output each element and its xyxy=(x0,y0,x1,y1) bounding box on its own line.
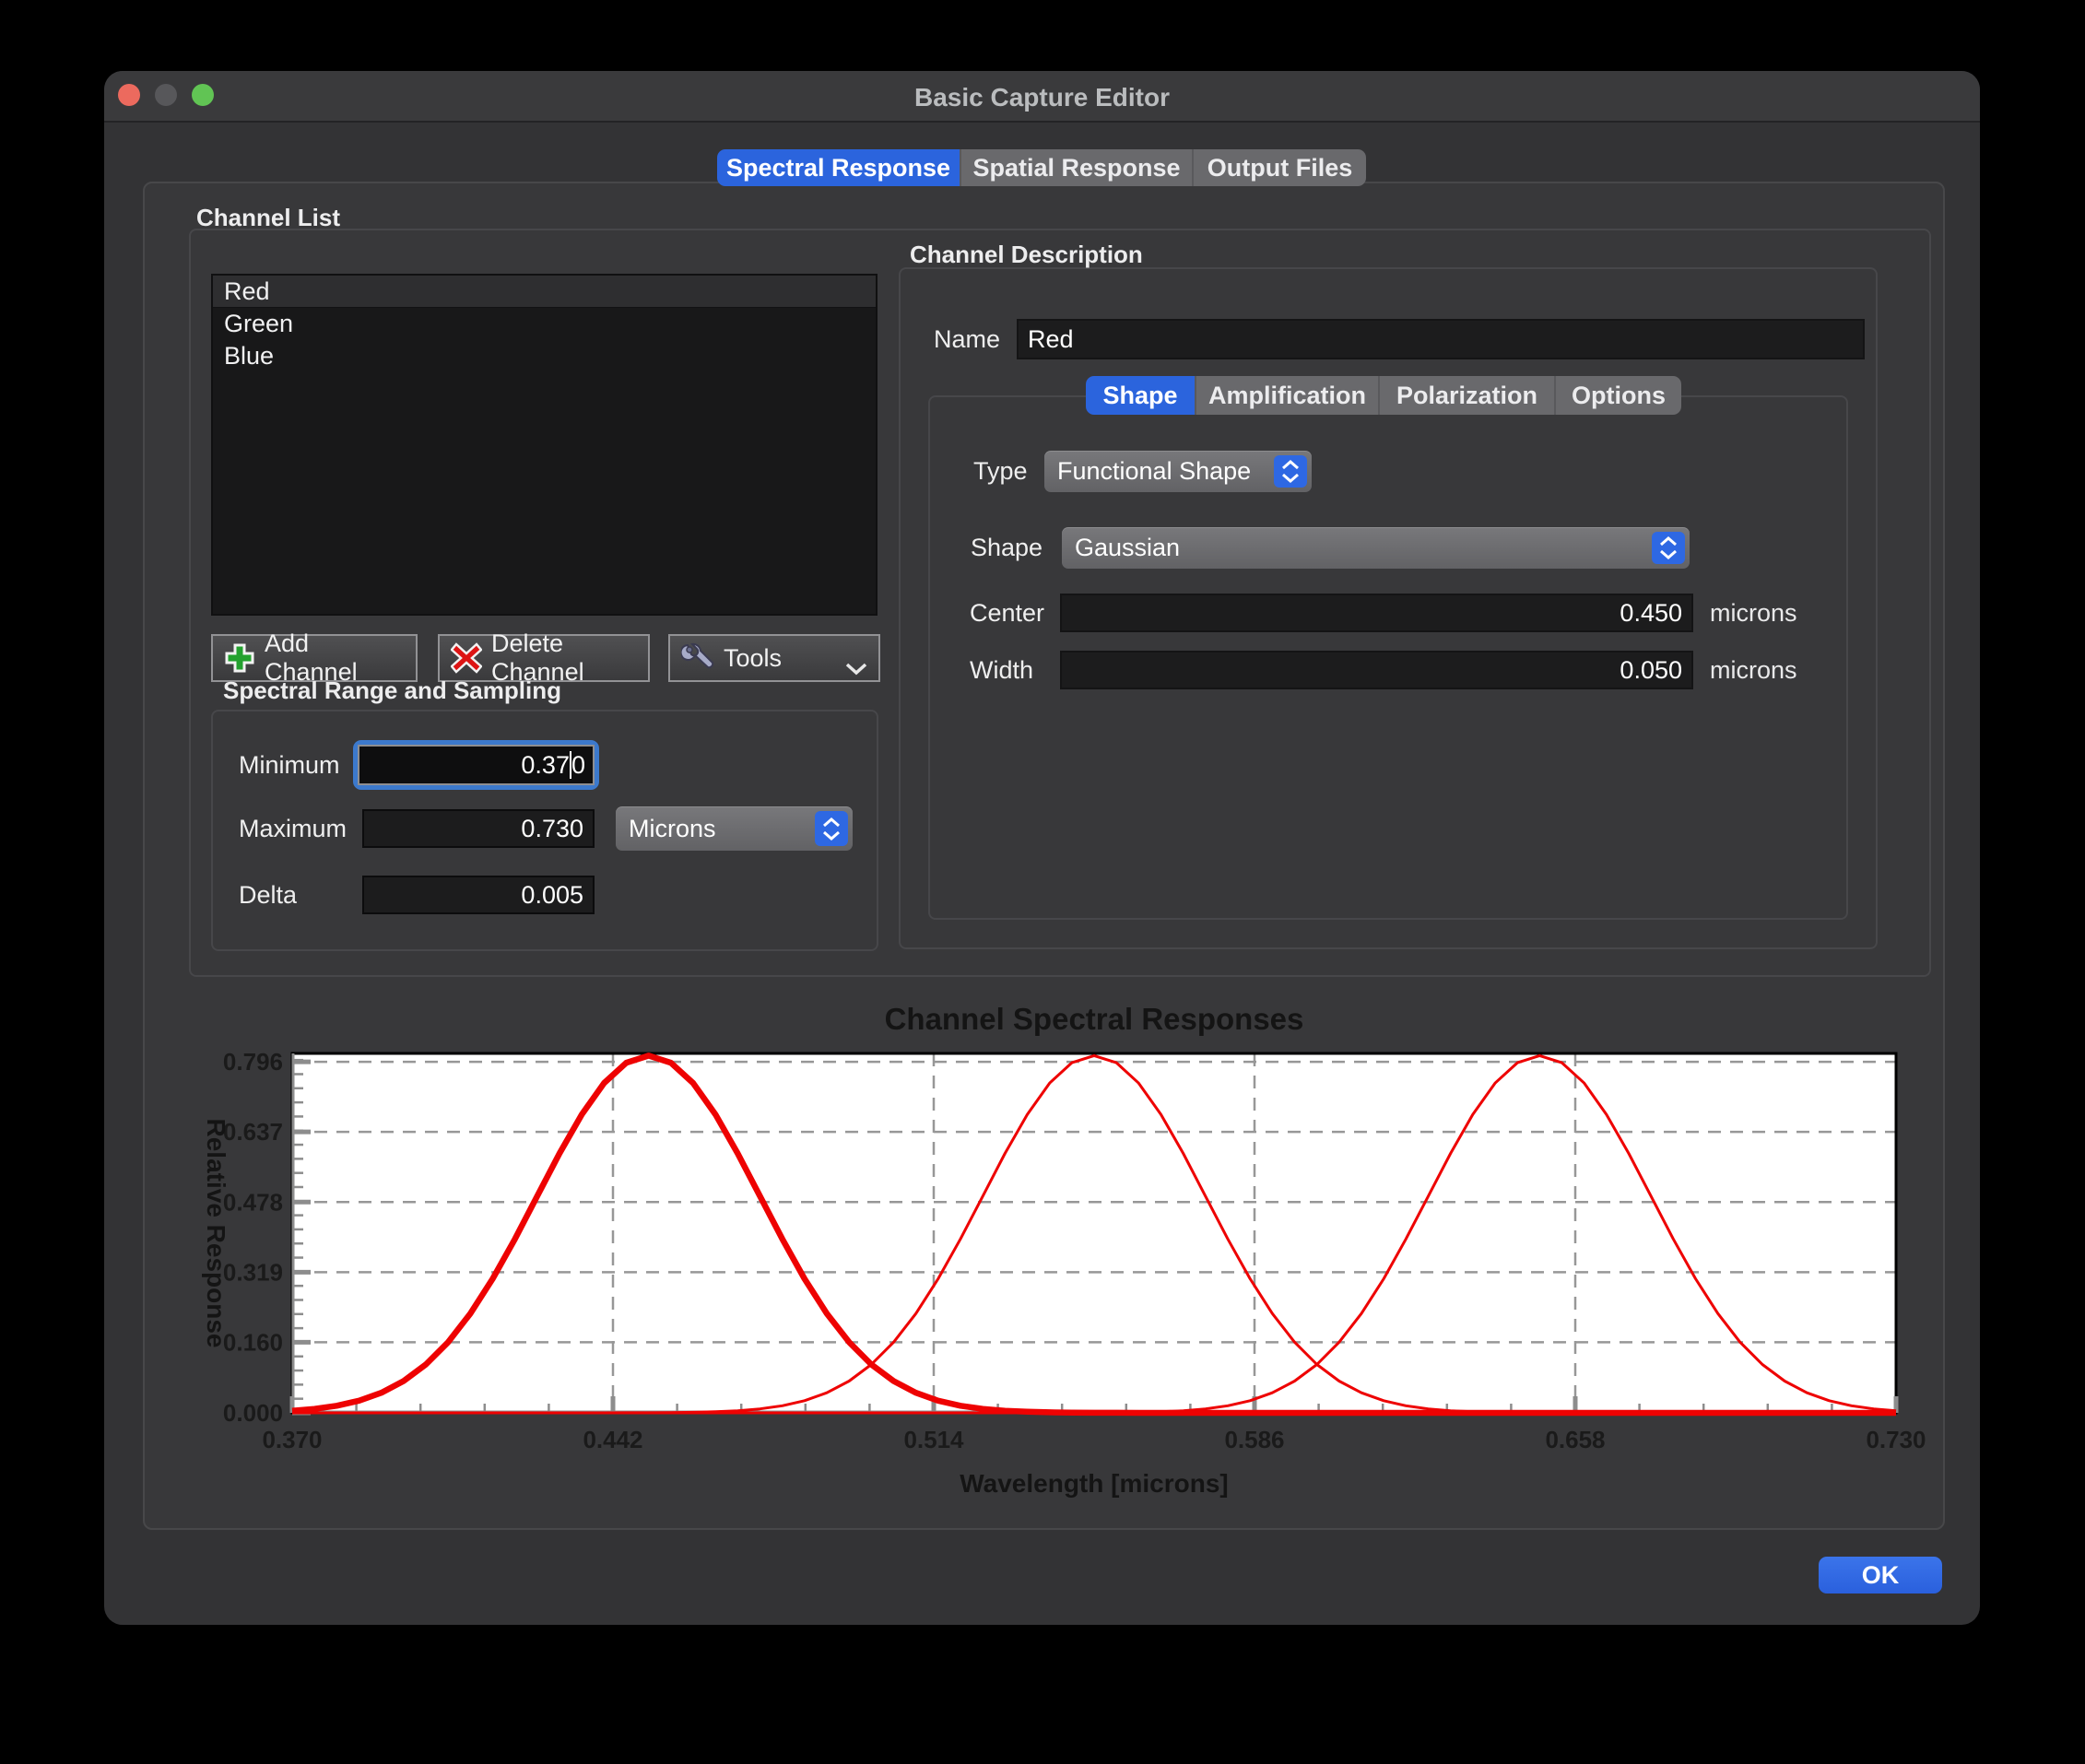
title-bar: Basic Capture Editor xyxy=(104,71,1980,123)
window-title: Basic Capture Editor xyxy=(104,83,1980,112)
shape-value: Gaussian xyxy=(1075,534,1180,562)
width-input[interactable]: 0.050 xyxy=(1060,651,1693,689)
tab-options[interactable]: Options xyxy=(1554,376,1681,415)
shape-label: Shape xyxy=(971,527,1042,569)
delta-label: Delta xyxy=(239,876,297,914)
select-stepper-icon xyxy=(1652,532,1685,564)
center-input[interactable]: 0.450 xyxy=(1060,594,1693,632)
tools-button[interactable]: Tools xyxy=(668,634,880,682)
minimum-field-focus-ring: 0.370 xyxy=(353,740,599,790)
list-item-green[interactable]: Green xyxy=(213,308,876,340)
channel-listbox[interactable]: Red Green Blue xyxy=(211,274,878,616)
add-channel-button[interactable]: Add Channel xyxy=(211,634,418,682)
spectral-range-group-label: Spectral Range and Sampling xyxy=(223,676,561,705)
main-tab-bar: Spectral Response Spatial Response Outpu… xyxy=(717,149,1366,186)
delete-channel-button[interactable]: Delete Channel xyxy=(438,634,650,682)
tab-amplification[interactable]: Amplification xyxy=(1195,376,1378,415)
minimum-label: Minimum xyxy=(239,742,340,788)
center-units-label: microns xyxy=(1710,594,1797,632)
type-select[interactable]: Functional Shape xyxy=(1044,451,1312,492)
basic-capture-editor-window: Basic Capture Editor Spectral Response S… xyxy=(104,71,1980,1625)
tab-polarization[interactable]: Polarization xyxy=(1378,376,1554,415)
type-value: Functional Shape xyxy=(1057,457,1251,486)
width-units-label: microns xyxy=(1710,651,1797,689)
channel-description-group-label: Channel Description xyxy=(910,241,1143,269)
units-value: Microns xyxy=(629,815,716,843)
delete-x-icon xyxy=(451,642,482,674)
add-plus-icon xyxy=(224,642,255,674)
channel-list-group-label: Channel List xyxy=(196,204,340,232)
tab-shape[interactable]: Shape xyxy=(1086,376,1195,415)
select-stepper-icon xyxy=(815,811,848,846)
description-tab-bar: Shape Amplification Polarization Options xyxy=(1086,376,1681,415)
tab-spectral-response[interactable]: Spectral Response xyxy=(717,149,960,186)
minimum-input[interactable]: 0.370 xyxy=(358,745,595,785)
tools-label: Tools xyxy=(724,644,782,673)
list-item-red[interactable]: Red xyxy=(213,276,876,308)
type-label: Type xyxy=(973,451,1028,492)
center-label: Center xyxy=(970,594,1044,632)
wrench-icon xyxy=(681,641,714,675)
tab-output-files[interactable]: Output Files xyxy=(1192,149,1366,186)
shape-select[interactable]: Gaussian xyxy=(1062,527,1690,569)
minimum-value: 0.37 xyxy=(521,751,570,780)
maximum-label: Maximum xyxy=(239,809,347,848)
name-label: Name xyxy=(934,319,1000,359)
maximum-input[interactable]: 0.730 xyxy=(362,809,595,848)
width-label: Width xyxy=(970,651,1033,689)
delta-input[interactable]: 0.005 xyxy=(362,876,595,914)
select-stepper-icon xyxy=(1274,455,1307,488)
name-input[interactable]: Red xyxy=(1017,319,1865,359)
tab-spatial-response[interactable]: Spatial Response xyxy=(960,149,1192,186)
chevron-down-icon xyxy=(843,662,869,676)
list-item-blue[interactable]: Blue xyxy=(213,340,876,372)
ok-button[interactable]: OK xyxy=(1819,1557,1942,1593)
units-select[interactable]: Microns xyxy=(616,806,853,851)
